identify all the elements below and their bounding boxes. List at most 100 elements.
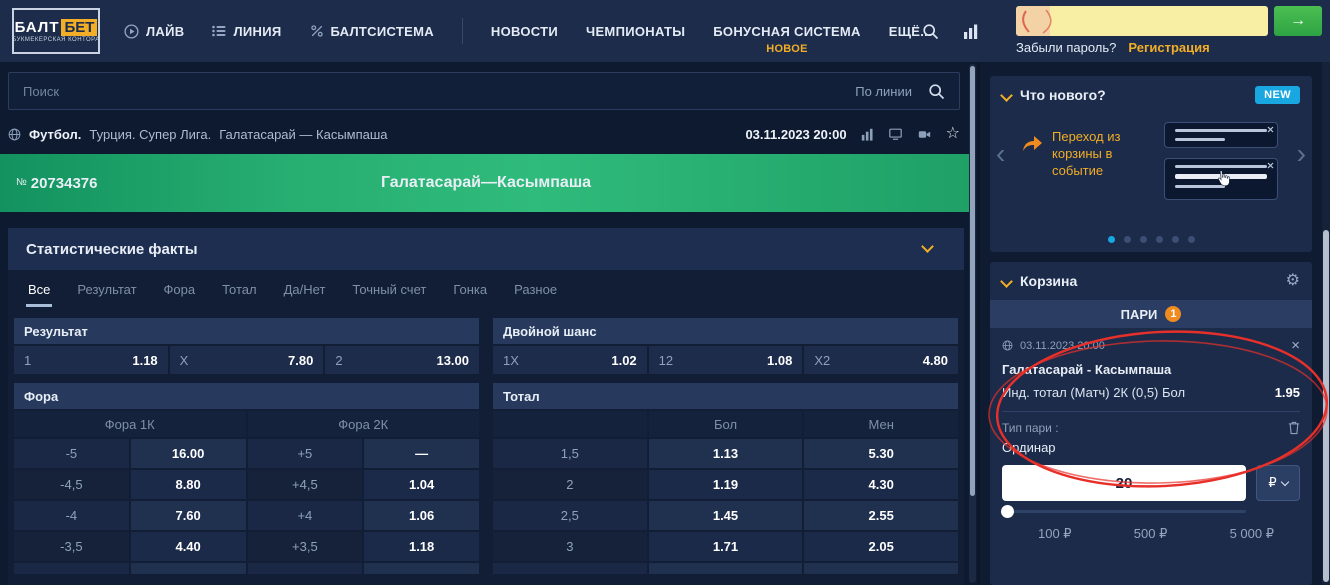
odds-label: 12 [659, 353, 673, 368]
handicap-odds-button[interactable]: 7.60 [131, 501, 246, 530]
quick-amount-500[interactable]: 500 ₽ [1134, 526, 1168, 542]
table-row: -5 16.00 +5 — [14, 439, 479, 468]
statistics-icon[interactable] [963, 24, 979, 39]
odds-dc-12[interactable]: 12 1.08 [649, 346, 803, 374]
tab-exact-score[interactable]: Точный счет [352, 282, 426, 297]
carousel-next-button[interactable]: › [1297, 140, 1306, 168]
tab-handicap[interactable]: Фора [164, 282, 196, 297]
carousel-dot[interactable] [1140, 236, 1147, 243]
total-over-odds-button[interactable]: 1.19 [649, 470, 803, 499]
handicap-odds-button[interactable]: 1.04 [364, 470, 479, 499]
nav-baltsystem[interactable]: БАЛТСИСТЕМА [310, 24, 434, 39]
bet-slip-item: 03.11.2023 20:00 × Галатасарай - Касымпа… [990, 328, 1312, 455]
handicap-col2-label: Фора 2К [248, 411, 480, 437]
total-over-odds-button[interactable]: 1.45 [649, 501, 803, 530]
stake-slider-knob[interactable] [1001, 505, 1014, 518]
event-sport[interactable]: Футбол. [29, 127, 81, 142]
nav-line[interactable]: ЛИНИЯ [212, 24, 281, 39]
total-under-odds-button[interactable]: 2.55 [804, 501, 958, 530]
remove-bet-button[interactable]: × [1291, 338, 1300, 353]
tab-misc[interactable]: Разное [514, 282, 557, 297]
login-submit-button[interactable]: → [1274, 6, 1322, 36]
baltbet-logo[interactable]: БАЛТ БЕТ БУКМЕКЕРСКАЯ КОНТОРА [12, 8, 100, 54]
carousel-dot[interactable] [1124, 236, 1131, 243]
main-scrollbar[interactable] [969, 64, 976, 583]
carousel-slide-text[interactable]: Переход из корзины в событие [1052, 128, 1148, 179]
search-submit-icon[interactable] [928, 83, 945, 100]
stats-facts-header[interactable]: Статистические факты [8, 228, 964, 270]
quick-amount-5000[interactable]: 5 000 ₽ [1230, 526, 1274, 542]
carousel-dot[interactable] [1108, 236, 1115, 243]
tab-yes-no[interactable]: Да/Нет [284, 282, 326, 297]
favorite-star-icon[interactable]: ☆ [946, 126, 960, 142]
carousel-dot[interactable] [1156, 236, 1163, 243]
stake-slider[interactable] [1002, 510, 1246, 513]
chevron-down-icon [1000, 89, 1013, 102]
search-filter-by-line[interactable]: По линии [855, 84, 912, 99]
bet-type-value[interactable]: Ординар [1002, 440, 1300, 455]
nav-live-label: ЛАЙВ [146, 24, 184, 39]
table-row: 3 1.71 2.05 [493, 532, 958, 561]
tab-race[interactable]: Гонка [453, 282, 487, 297]
currency-symbol: ₽ [1268, 475, 1276, 491]
search-input[interactable] [23, 84, 839, 99]
handicap-odds-button[interactable]: 4.40 [131, 532, 246, 561]
currency-select[interactable]: ₽ [1256, 465, 1300, 501]
total-under-odds-button[interactable]: 5.30 [804, 439, 958, 468]
total-under-odds-button[interactable]: 4.30 [804, 470, 958, 499]
handicap-odds-button[interactable]: 1.06 [364, 501, 479, 530]
search-icon[interactable] [922, 23, 939, 40]
handicap-odds-button[interactable]: 1.18 [364, 532, 479, 561]
carousel-dot[interactable] [1172, 236, 1179, 243]
event-number: № 20734376 [16, 175, 97, 192]
odds-label: X2 [814, 353, 830, 368]
total-under-col: Мен [804, 411, 958, 437]
tab-result[interactable]: Результат [77, 282, 136, 297]
quick-amount-100[interactable]: 100 ₽ [1038, 526, 1072, 542]
carousel-illustration [1150, 114, 1292, 218]
total-over-odds-button[interactable]: 1.71 [649, 532, 803, 561]
play-circle-icon [124, 24, 139, 39]
tab-all[interactable]: Все [28, 282, 50, 297]
odds-result-x[interactable]: X 7.80 [170, 346, 324, 374]
bet-match-name[interactable]: Галатасарай - Касымпаша [1002, 362, 1300, 377]
forgot-password-link[interactable]: Забыли пароль? [1016, 40, 1116, 55]
login-redacted-field[interactable] [1016, 6, 1268, 36]
match-tracker-icon[interactable] [888, 127, 903, 141]
stake-input[interactable] [1002, 465, 1246, 501]
registration-link[interactable]: Регистрация [1128, 40, 1209, 55]
total-over-odds-button[interactable]: 1.13 [649, 439, 803, 468]
cart-header[interactable]: Корзина ⚙ [990, 262, 1312, 300]
nav-championships[interactable]: ЧЕМПИОНАТЫ [586, 24, 685, 39]
carousel-dot[interactable] [1188, 236, 1195, 243]
carousel-prev-button[interactable]: ‹ [996, 140, 1005, 168]
odds-dc-1x[interactable]: 1X 1.02 [493, 346, 647, 374]
video-stream-icon[interactable] [917, 128, 932, 141]
gear-icon[interactable]: ⚙ [1286, 273, 1300, 289]
handicap-odds-button[interactable]: 8.80 [131, 470, 246, 499]
total-subheader: Бол Мен [493, 411, 958, 437]
odds-result-2[interactable]: 2 13.00 [325, 346, 479, 374]
main-scrollbar-thumb[interactable] [970, 66, 975, 496]
match-stats-icon[interactable] [861, 128, 874, 141]
nav-bonus-system[interactable]: БОНУСНАЯ СИСТЕМА НОВОЕ [713, 24, 860, 39]
nav-news-label: НОВОСТИ [491, 24, 558, 39]
page-scrollbar-thumb[interactable] [1323, 230, 1329, 582]
tab-total[interactable]: Тотал [222, 282, 257, 297]
logo-subtitle: БУКМЕКЕРСКАЯ КОНТОРА [12, 37, 99, 43]
trash-icon[interactable] [1288, 421, 1300, 435]
event-league[interactable]: Турция. Супер Лига. [89, 127, 211, 142]
account-links: Забыли пароль? Регистрация [1016, 40, 1210, 55]
odds-dc-x2[interactable]: X2 4.80 [804, 346, 958, 374]
nav-news[interactable]: НОВОСТИ [491, 24, 558, 39]
tab-pari[interactable]: ПАРИ 1 [990, 300, 1312, 328]
nav-live[interactable]: ЛАЙВ [124, 24, 184, 39]
handicap-line-label: -4,5 [14, 470, 129, 499]
markets-column-right: Двойной шанс 1X 1.02 12 1.08 X2 4.80 [493, 318, 958, 574]
total-under-odds-button[interactable]: 2.05 [804, 532, 958, 561]
odds-result-1[interactable]: 1 1.18 [14, 346, 168, 374]
page-scrollbar[interactable] [1322, 62, 1330, 585]
handicap-odds-button[interactable]: 16.00 [131, 439, 246, 468]
handicap-odds-button[interactable]: — [364, 439, 479, 468]
whats-new-header[interactable]: Что нового? NEW [990, 76, 1312, 114]
